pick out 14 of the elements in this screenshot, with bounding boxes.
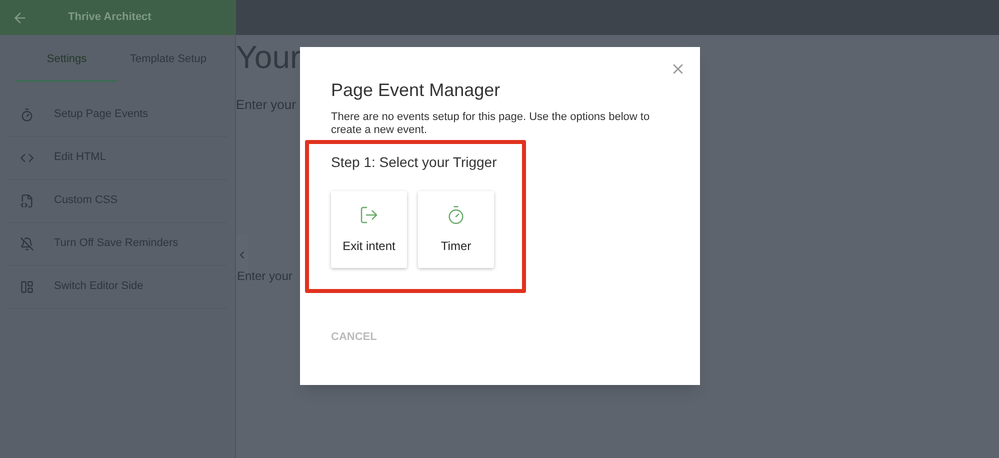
dialog-description: There are no events setup for this page. Use the options below to create a new event. [331,111,651,137]
tab[interactable]: Settings [16,51,118,82]
app-title: Thrive Architect [68,10,152,26]
trigger-card[interactable]: Exit intent [331,191,407,268]
menu-icon [20,194,34,208]
trigger-card[interactable]: Timer [418,191,494,268]
dialog-title: Page Event Manager [331,79,500,102]
menu-icon [20,108,34,122]
step-heading: Step 1: Select your Trigger [331,153,497,172]
trigger-icon [359,204,379,224]
back-icon[interactable] [12,10,28,26]
trigger-icon [446,204,466,224]
menu-icon [20,236,34,250]
menu-icon [20,280,34,294]
